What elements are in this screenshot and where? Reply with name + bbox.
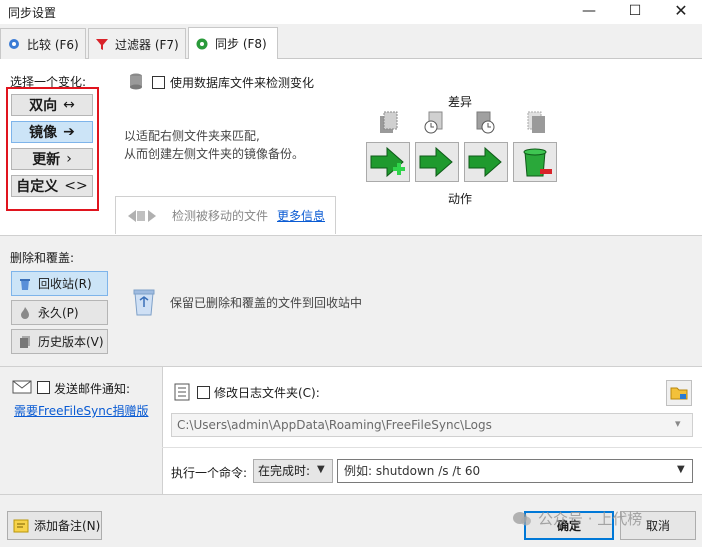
create-right-icon (370, 146, 405, 178)
tab-compare-label: 比较 (F6) (27, 37, 79, 52)
right-newer-icon (476, 111, 495, 134)
deletion-label: 删除和覆盖: (10, 251, 75, 265)
moved-files-icon (128, 210, 156, 222)
left-only-icon (380, 111, 398, 133)
minimize-button[interactable]: — (566, 0, 612, 24)
variant-custom-label: 自定义 (16, 179, 59, 195)
action-create-right-button[interactable] (366, 142, 410, 182)
log-folder-label: 修改日志文件夹(C): (214, 386, 320, 400)
window-title: 同步设置 (8, 6, 57, 20)
action-update-right-button[interactable] (415, 142, 459, 182)
double-arrow-icon: ↔ (63, 97, 75, 113)
close-button[interactable]: ✕ (658, 0, 702, 24)
arrow-right-icon: ➔ (63, 124, 75, 140)
email-checkbox[interactable] (37, 381, 50, 394)
variant-description-line2: 从而创建左侧文件夹的镜像备份。 (124, 147, 305, 161)
recycle-bin-icon (20, 278, 30, 290)
tab-compare[interactable]: 比较 (F6) (0, 28, 86, 59)
tab-sync[interactable]: 同步 (F8) (188, 27, 278, 59)
sync-config-panel (0, 59, 702, 236)
differences-label: 差异 (448, 95, 473, 109)
log-folder-path-input[interactable]: C:\Users\admin\AppData\Roaming\FreeFileS… (171, 413, 693, 437)
log-list-icon (174, 383, 190, 401)
delete-right-icon (523, 148, 552, 177)
note-icon (13, 519, 29, 532)
action-label: 动作 (448, 192, 473, 206)
ok-button[interactable]: 确定 (524, 511, 614, 540)
cancel-button[interactable]: 取消 (620, 511, 696, 540)
add-note-label: 添加备注(N) (34, 519, 101, 533)
database-label: 使用数据库文件来检测变化 (170, 76, 315, 90)
tab-filter[interactable]: 过滤器 (F7) (88, 28, 186, 59)
variant-description-line1: 以适配右侧文件夹来匹配, (124, 129, 260, 143)
browse-folder-button[interactable] (666, 380, 692, 406)
detect-moved-label: 检测被移动的文件 (172, 209, 269, 223)
deletion-permanent-label: 永久(P) (38, 306, 79, 320)
angle-brackets-icon: <> (64, 178, 88, 194)
tab-sync-label: 同步 (F8) (215, 37, 267, 51)
database-icon (130, 73, 142, 90)
variant-update-label: 更新 (32, 152, 61, 168)
recycle-bin-large-icon (133, 289, 155, 316)
command-label: 执行一个命令: (171, 466, 248, 480)
database-checkbox[interactable] (152, 76, 165, 89)
envelope-icon (12, 380, 32, 394)
variant-mirror-button[interactable]: 镜像 ➔ (11, 121, 93, 143)
chevron-down-icon[interactable]: ▼ (317, 464, 325, 475)
action-delete-right-button[interactable] (513, 142, 557, 182)
variant-custom-button[interactable]: 自定义 <> (11, 175, 93, 197)
variant-update-button[interactable]: 更新 › (11, 148, 93, 170)
variant-twoway-label: 双向 (29, 98, 58, 114)
panel-divider (162, 447, 702, 448)
flame-icon (21, 306, 29, 319)
gear-blue-icon (9, 39, 19, 49)
action-update-right-button-2[interactable] (464, 142, 508, 182)
funnel-icon (96, 39, 108, 50)
donation-edition-link[interactable]: 需要FreeFileSync捐赠版 (14, 402, 148, 419)
gear-green-icon (196, 38, 208, 49)
update-right-icon (419, 146, 453, 178)
right-only-icon (527, 111, 545, 133)
update-right-icon (468, 146, 502, 178)
folder-icon (670, 387, 688, 400)
log-folder-checkbox[interactable] (197, 386, 210, 399)
variant-twoway-button[interactable]: 双向 ↔ (11, 94, 93, 116)
left-newer-icon (424, 111, 443, 134)
chevron-down-icon[interactable]: ▼ (677, 464, 685, 475)
deletion-versioning-button[interactable]: 历史版本(V) (11, 329, 108, 354)
chevron-right-icon: › (66, 151, 72, 167)
variant-mirror-label: 镜像 (29, 125, 58, 141)
add-note-button[interactable]: 添加备注(N) (7, 511, 102, 540)
deletion-description: 保留已删除和覆盖的文件到回收站中 (170, 296, 363, 310)
maximize-button[interactable]: ☐ (612, 0, 658, 24)
tab-filter-label: 过滤器 (F7) (115, 37, 179, 52)
chevron-down-icon[interactable]: ▾ (675, 417, 681, 430)
versions-icon (20, 335, 30, 348)
deletion-permanent-button[interactable]: 永久(P) (11, 300, 108, 325)
deletion-recycle-button[interactable]: 回收站(R) (11, 271, 108, 296)
deletion-recycle-label: 回收站(R) (38, 277, 92, 291)
more-info-link[interactable]: 更多信息 (277, 207, 325, 224)
email-label: 发送邮件通知: (54, 382, 131, 396)
deletion-versioning-label: 历史版本(V) (38, 335, 104, 349)
command-input[interactable]: 例如: shutdown /s /t 60 (337, 459, 693, 483)
